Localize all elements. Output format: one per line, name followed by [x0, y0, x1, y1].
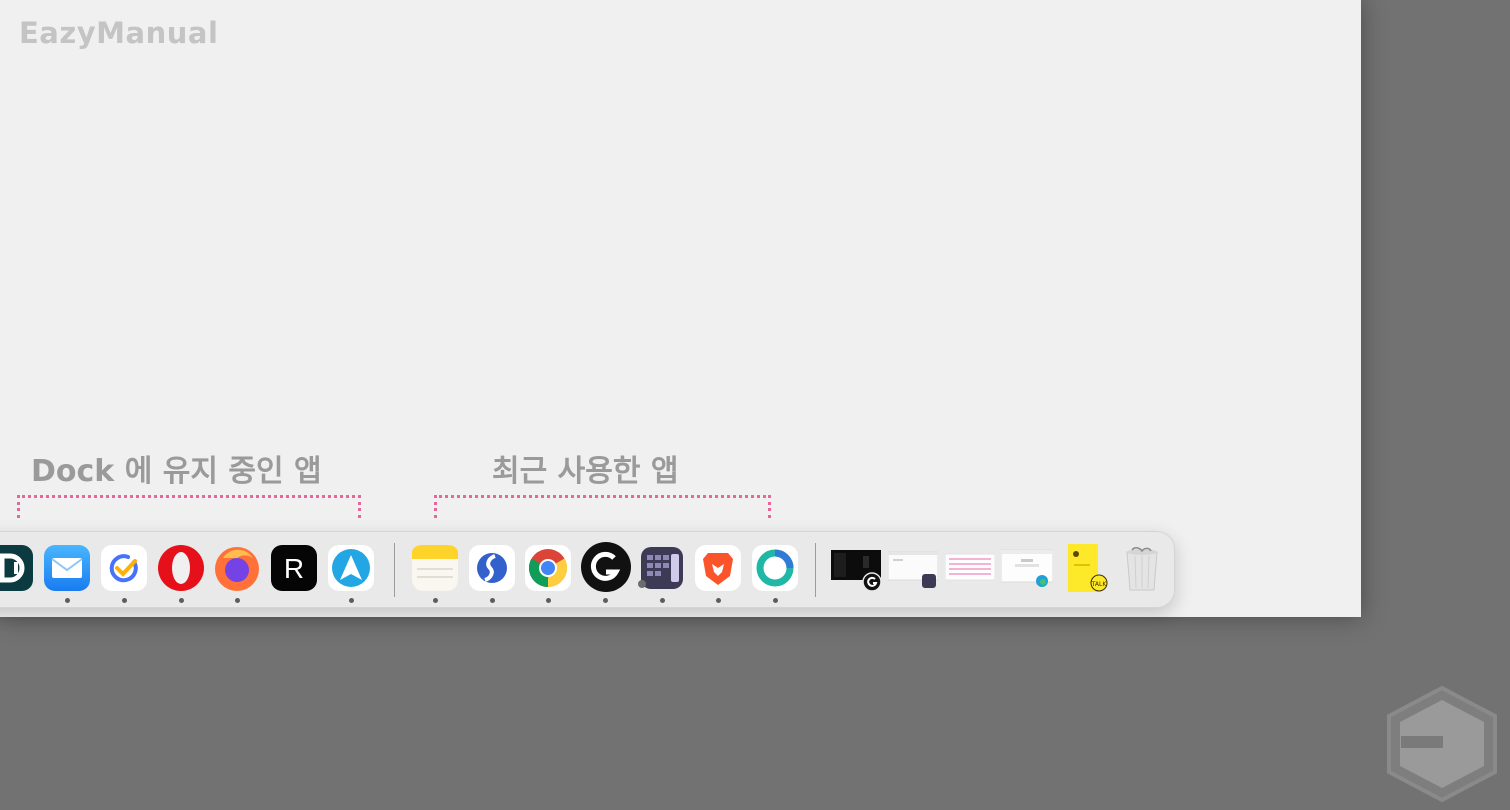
logitech-g-hub-app-icon[interactable]: [580, 541, 632, 593]
caption-pinned-apps: Dock 에 유지 중인 앱: [31, 454, 322, 489]
firefox-app-icon[interactable]: [213, 544, 261, 592]
running-indicator-firefox: [235, 598, 240, 603]
recent-apps-bracket: [434, 495, 771, 518]
running-indicator-ticktick: [122, 598, 127, 603]
running-indicator-g-hub: [603, 598, 608, 603]
notes-app-icon[interactable]: [411, 544, 459, 592]
dock-separator: [815, 543, 816, 597]
running-indicator-keyboard: [660, 598, 665, 603]
running-indicator-chrome: [546, 598, 551, 603]
running-indicator-ring: [773, 598, 778, 603]
simplenote-app-icon[interactable]: [468, 544, 516, 592]
opera-app-icon[interactable]: [157, 544, 205, 592]
running-indicator-arc: [349, 598, 354, 603]
keyboard-app-icon[interactable]: [638, 544, 686, 592]
chrome-app-icon[interactable]: [524, 544, 572, 592]
trash-icon[interactable]: [1118, 544, 1166, 592]
running-indicator-notes: [433, 598, 438, 603]
dashlane-app-icon[interactable]: [0, 544, 34, 592]
watermark-text: EazyManual: [19, 16, 219, 50]
eazymanual-logo-icon: [1383, 685, 1501, 803]
caption-recent-apps: 최근 사용한 앱: [492, 454, 679, 489]
dock-separator: [394, 543, 395, 597]
r-app-icon[interactable]: R: [270, 544, 318, 592]
running-indicator-brave: [716, 598, 721, 603]
brave-app-icon[interactable]: [694, 544, 742, 592]
desktop-window-panel: EazyManual Dock 에 유지 중인 앱 최근 사용한 앱: [0, 0, 1361, 617]
running-indicator-simplenote: [490, 598, 495, 603]
arc-navigator-app-icon[interactable]: [327, 544, 375, 592]
pinned-apps-bracket: [17, 495, 361, 518]
svg-text:TALK: TALK: [1091, 581, 1108, 588]
svg-text:R: R: [284, 553, 304, 584]
ticktick-app-icon[interactable]: [100, 544, 148, 592]
minimized-window-pink-thumbnail[interactable]: [945, 544, 995, 592]
mail-app-icon[interactable]: [43, 544, 91, 592]
minimized-window-keyboard-thumbnail[interactable]: [888, 544, 938, 592]
running-indicator-mail: [65, 598, 70, 603]
ring-app-icon[interactable]: [751, 544, 799, 592]
running-indicator-opera: [179, 598, 184, 603]
minimized-window-edge-thumbnail[interactable]: [1001, 544, 1053, 592]
minimized-window-kakaotalk-thumbnail[interactable]: TALK: [1064, 544, 1110, 592]
minimized-window-dark-thumbnail[interactable]: [831, 544, 881, 592]
